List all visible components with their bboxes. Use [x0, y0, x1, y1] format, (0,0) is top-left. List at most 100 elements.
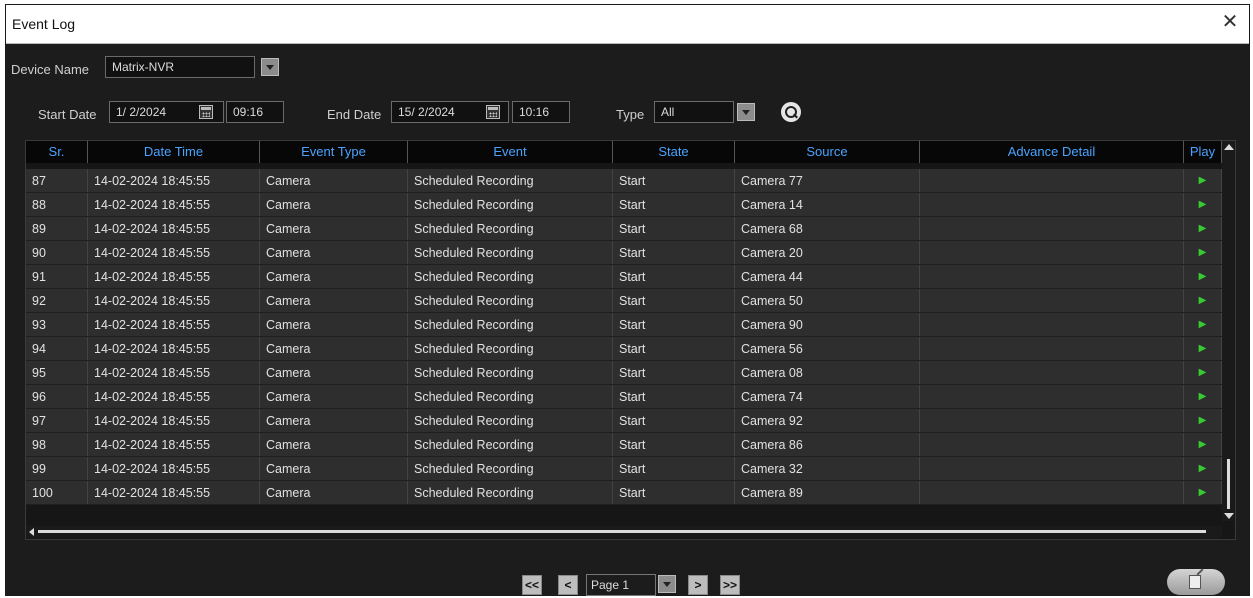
device-name-label: Device Name	[11, 62, 90, 77]
cell-source: Camera 74	[735, 385, 920, 408]
table-row[interactable]: 92 14-02-2024 18:45:55 Camera Scheduled Rec…	[26, 289, 1222, 313]
table-row[interactable]: 97 14-02-2024 18:45:55 Camera Scheduled Rec…	[26, 409, 1222, 433]
table-row[interactable]: 94 14-02-2024 18:45:55 Camera Scheduled Rec…	[26, 337, 1222, 361]
cell-event-type: Camera	[260, 481, 408, 504]
cell-event-type: Camera	[260, 457, 408, 480]
type-dropdown-arrow-icon[interactable]	[737, 103, 755, 121]
cell-state: Start	[613, 457, 735, 480]
play-icon[interactable]: ▶	[1184, 289, 1222, 312]
page-select[interactable]: Page 1	[586, 574, 656, 596]
close-icon[interactable]: ✕	[1219, 11, 1241, 33]
play-icon[interactable]: ▶	[1184, 169, 1222, 192]
cell-sr: 93	[26, 313, 88, 336]
start-time-value: 09:16	[233, 105, 264, 119]
export-button[interactable]	[1167, 569, 1225, 595]
play-icon[interactable]: ▶	[1184, 217, 1222, 240]
col-play-header[interactable]: Play	[1184, 141, 1222, 163]
device-name-value: Matrix-NVR	[112, 60, 174, 74]
cell-sr: 95	[26, 361, 88, 384]
table-row[interactable]: 100 14-02-2024 18:45:55 Camera Scheduled Re…	[26, 481, 1222, 505]
cell-sr: 97	[26, 409, 88, 432]
end-calendar-icon[interactable]	[486, 105, 500, 119]
type-select[interactable]: All	[654, 101, 734, 123]
cell-datetime: 14-02-2024 18:45:55	[88, 217, 260, 240]
first-page-button[interactable]: <<	[522, 575, 542, 595]
col-advance-detail-header[interactable]: Advance Detail	[920, 141, 1184, 163]
previous-page-button[interactable]: <	[558, 575, 578, 595]
col-sr-header[interactable]: Sr.	[26, 141, 88, 163]
play-icon[interactable]: ▶	[1184, 361, 1222, 384]
table-row[interactable]: 93 14-02-2024 18:45:55 Camera Scheduled Rec…	[26, 313, 1222, 337]
table-row[interactable]: 90 14-02-2024 18:45:55 Camera Scheduled Rec…	[26, 241, 1222, 265]
play-icon[interactable]: ▶	[1184, 433, 1222, 456]
table-row[interactable]: 88 14-02-2024 18:45:55 Camera Scheduled Rec…	[26, 193, 1222, 217]
col-event-header[interactable]: Event	[408, 141, 613, 163]
col-event-type-header[interactable]: Event Type	[260, 141, 408, 163]
cell-state: Start	[613, 313, 735, 336]
col-source-header[interactable]: Source	[735, 141, 920, 163]
cell-sr: 96	[26, 385, 88, 408]
vertical-scrollbar[interactable]	[1222, 141, 1235, 521]
col-date-time-header[interactable]: Date Time	[88, 141, 260, 163]
play-icon[interactable]: ▶	[1184, 193, 1222, 216]
play-icon[interactable]: ▶	[1184, 457, 1222, 480]
cell-source: Camera 20	[735, 241, 920, 264]
cell-datetime: 14-02-2024 18:45:55	[88, 241, 260, 264]
scroll-up-icon[interactable]	[1224, 144, 1234, 150]
start-calendar-icon[interactable]	[199, 105, 213, 119]
play-icon[interactable]: ▶	[1184, 241, 1222, 264]
cell-sr: 90	[26, 241, 88, 264]
next-page-button[interactable]: >	[688, 575, 708, 595]
table-row[interactable]: 98 14-02-2024 18:45:55 Camera Scheduled Rec…	[26, 433, 1222, 457]
table-row[interactable]: 91 14-02-2024 18:45:55 Camera Scheduled Rec…	[26, 265, 1222, 289]
cell-sr: 89	[26, 217, 88, 240]
play-icon[interactable]: ▶	[1184, 313, 1222, 336]
cell-source: Camera 50	[735, 289, 920, 312]
end-date-label: End Date	[327, 107, 382, 122]
cell-event-type: Camera	[260, 409, 408, 432]
cell-detail	[920, 313, 1184, 336]
device-dropdown-arrow-icon[interactable]	[261, 58, 279, 76]
cell-datetime: 14-02-2024 18:45:55	[88, 481, 260, 504]
play-icon[interactable]: ▶	[1184, 385, 1222, 408]
cell-detail	[920, 265, 1184, 288]
vertical-scroll-thumb[interactable]	[1227, 459, 1230, 509]
play-icon[interactable]: ▶	[1184, 409, 1222, 432]
cell-event-type: Camera	[260, 193, 408, 216]
cell-detail	[920, 217, 1184, 240]
cell-event: Scheduled Recording	[408, 433, 613, 456]
event-log-window: Event Log ✕ Device Name Matrix-NVR Start…	[5, 4, 1250, 596]
cell-event-type: Camera	[260, 241, 408, 264]
table-row[interactable]: 96 14-02-2024 18:45:55 Camera Scheduled Rec…	[26, 385, 1222, 409]
cell-state: Start	[613, 433, 735, 456]
horizontal-scroll-thumb[interactable]	[38, 530, 1206, 533]
table-row[interactable]: 99 14-02-2024 18:45:55 Camera Scheduled Rec…	[26, 457, 1222, 481]
table-row[interactable]: 89 14-02-2024 18:45:55 Camera Scheduled Rec…	[26, 217, 1222, 241]
cell-event: Scheduled Recording	[408, 457, 613, 480]
cell-detail	[920, 481, 1184, 504]
cell-event: Scheduled Recording	[408, 481, 613, 504]
cell-event-type: Camera	[260, 361, 408, 384]
cell-state: Start	[613, 385, 735, 408]
page-dropdown-arrow-icon[interactable]	[658, 575, 676, 593]
last-page-button[interactable]: >>	[720, 575, 740, 595]
table-row[interactable]: 95 14-02-2024 18:45:55 Camera Scheduled Rec…	[26, 361, 1222, 385]
cell-datetime: 14-02-2024 18:45:55	[88, 361, 260, 384]
device-name-select[interactable]: Matrix-NVR	[105, 56, 255, 78]
cell-detail	[920, 361, 1184, 384]
play-icon[interactable]: ▶	[1184, 337, 1222, 360]
play-icon[interactable]: ▶	[1184, 265, 1222, 288]
scroll-down-icon[interactable]	[1224, 513, 1234, 519]
cell-event: Scheduled Recording	[408, 169, 613, 192]
horizontal-scrollbar[interactable]	[26, 526, 1222, 538]
scroll-left-icon[interactable]	[29, 528, 34, 536]
cell-detail	[920, 409, 1184, 432]
table-row[interactable]: 87 14-02-2024 18:45:55 Camera Scheduled Rec…	[26, 169, 1222, 193]
cell-event-type: Camera	[260, 337, 408, 360]
play-icon[interactable]: ▶	[1184, 481, 1222, 504]
search-icon[interactable]	[781, 102, 801, 122]
col-state-header[interactable]: State	[613, 141, 735, 163]
cell-datetime: 14-02-2024 18:45:55	[88, 385, 260, 408]
end-time-field[interactable]: 10:16	[512, 101, 570, 123]
start-time-field[interactable]: 09:16	[226, 101, 284, 123]
